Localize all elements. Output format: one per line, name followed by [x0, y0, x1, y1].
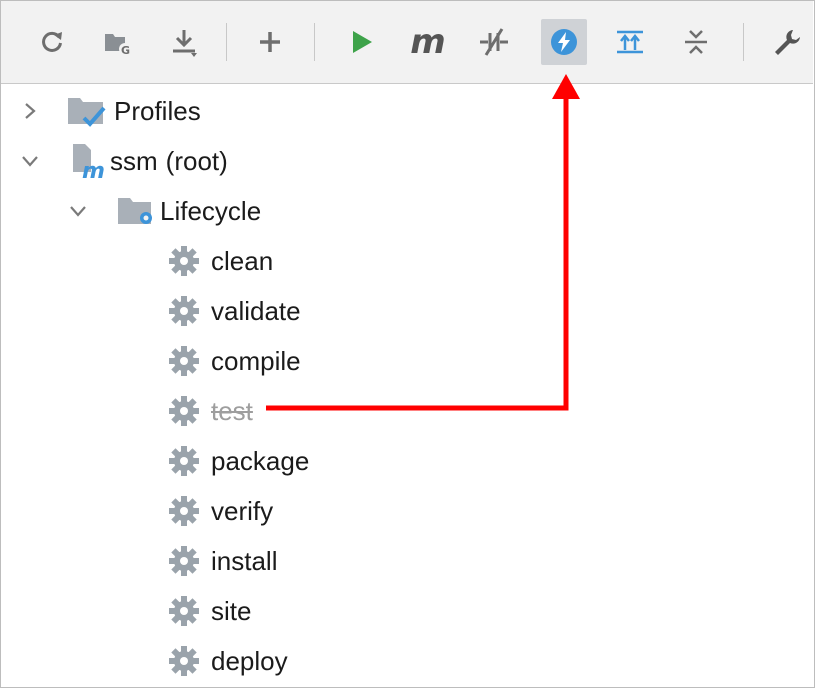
annotation-arrow [266, 74, 580, 411]
